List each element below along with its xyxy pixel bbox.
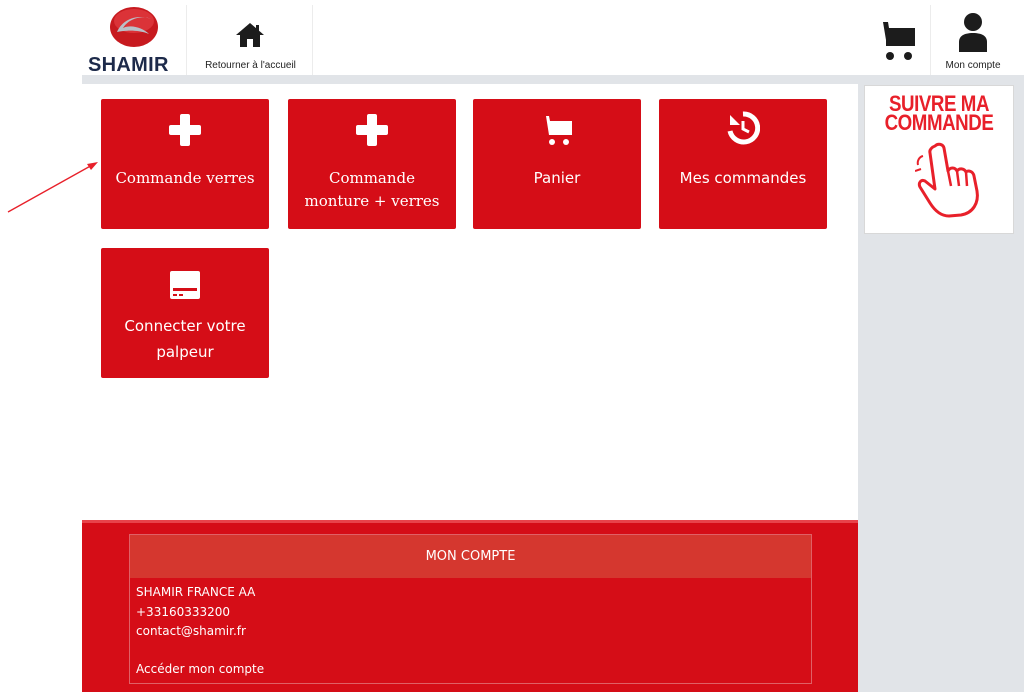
plus-icon (169, 114, 201, 146)
cart-icon (875, 22, 915, 60)
track-order-line2: COMMANDE (884, 110, 994, 135)
tile-order-frame-lenses[interactable]: Commande monture + verres (288, 99, 456, 229)
plus-icon (356, 114, 388, 146)
header-cart-button[interactable] (866, 8, 930, 74)
tile-order-frame-lenses-line2: monture + verres (304, 192, 440, 210)
account-link[interactable]: Accéder mon compte (136, 662, 264, 676)
history-icon (727, 111, 760, 145)
track-order-banner[interactable]: SUIVRE MA COMMANDE (864, 85, 1014, 234)
home-icon (236, 23, 264, 47)
account-box-title: MON COMPTE (130, 535, 811, 578)
tile-connect-tracer[interactable]: Connecter votre palpeur (101, 248, 269, 378)
shamir-logo[interactable]: SHAMIR (82, 6, 186, 76)
brand-name: SHAMIR (88, 54, 169, 76)
company-name: SHAMIR FRANCE AA (136, 585, 256, 599)
tile-connect-tracer-line2: palpeur (156, 343, 214, 361)
user-icon (959, 13, 987, 52)
home-button-label: Retourner à l'accueil (205, 60, 296, 71)
cart-icon (540, 116, 572, 145)
header-separator (82, 75, 1024, 84)
pointing-hand-icon (915, 142, 979, 218)
tile-order-lenses[interactable]: Commande verres (101, 99, 269, 229)
tile-cart-label: Panier (533, 169, 581, 187)
header-account-button[interactable]: Mon compte (930, 5, 1014, 75)
tile-order-lenses-label: Commande verres (115, 169, 255, 187)
device-icon (170, 271, 200, 299)
tile-connect-tracer-line1: Connecter votre (124, 317, 246, 335)
shamir-logo-icon (110, 7, 158, 47)
tile-order-frame-lenses-line1: Commande (328, 169, 416, 187)
account-button-label: Mon compte (945, 60, 1001, 71)
tile-my-orders[interactable]: Mes commandes (659, 99, 827, 229)
tile-cart[interactable]: Panier (473, 99, 641, 229)
company-email[interactable]: contact@shamir.fr (136, 624, 246, 638)
company-phone: +33160333200 (136, 605, 231, 619)
account-box: MON COMPTE SHAMIR FRANCE AA +33160333200… (129, 534, 812, 684)
tile-my-orders-label: Mes commandes (679, 169, 807, 187)
home-button[interactable]: Retourner à l'accueil (186, 5, 313, 75)
